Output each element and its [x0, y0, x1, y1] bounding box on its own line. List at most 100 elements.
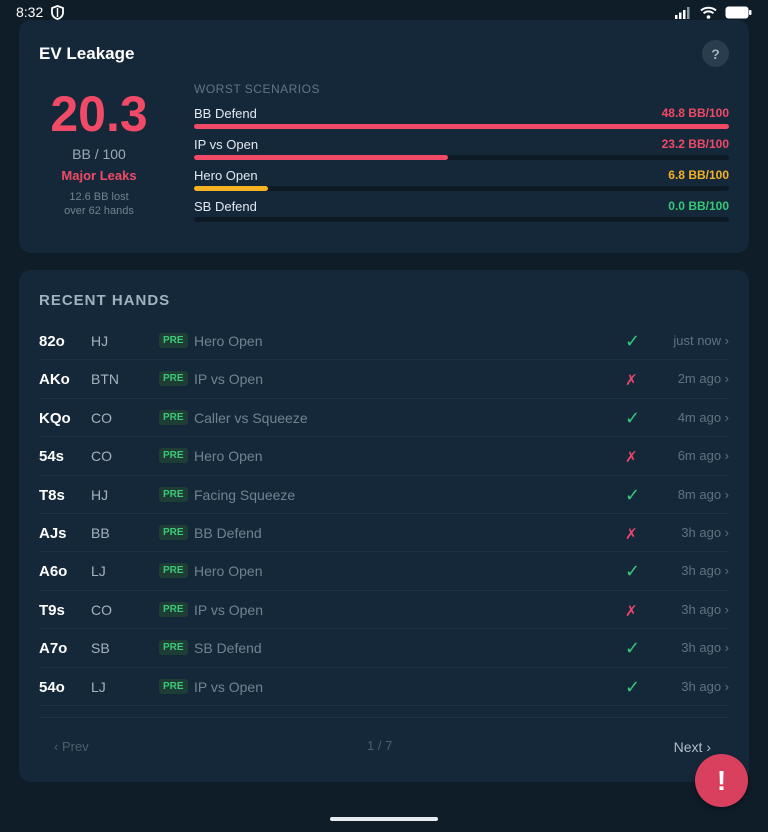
- hand-cards: 54s: [39, 448, 65, 466]
- wifi-icon: [700, 6, 717, 19]
- recent-hands-card: RECENT HANDS 82o HJ PRE Hero Open ✓ just now …: [19, 270, 749, 782]
- hand-scenario: Hero Open: [194, 333, 263, 349]
- cross-icon: ✗: [625, 449, 638, 467]
- alert-fab-button[interactable]: !: [695, 754, 748, 807]
- hand-cards: T9s: [39, 601, 65, 619]
- hand-row[interactable]: KQo CO PRE Caller vs Squeeze ✓ 4m ago ›: [39, 399, 729, 438]
- scenario-bar-track: [194, 186, 729, 191]
- hand-row[interactable]: 54o LJ PRE IP vs Open ✓ 3h ago ›: [39, 668, 729, 706]
- hand-row[interactable]: A6o LJ PRE Hero Open ✓ 3h ago ›: [39, 552, 729, 591]
- hand-cards: 82o: [39, 333, 65, 350]
- hand-position: LJ: [91, 563, 106, 580]
- hand-row[interactable]: AJs BB PRE BB Defend ✗ 3h ago ›: [39, 514, 729, 553]
- hand-position: HJ: [91, 333, 109, 349]
- scenario-name: BB Defend: [194, 106, 257, 121]
- hand-row[interactable]: T8s HJ PRE Facing Squeeze ✓ 8m ago ›: [39, 476, 729, 514]
- scenario-bar-track: [194, 217, 729, 222]
- leak-score: 20.3 BB / 100 Major Leaks 12.6 BB lost o…: [39, 86, 159, 218]
- scenario-bar-fill: [194, 124, 729, 129]
- scenario-value: 23.2 BB/100: [661, 137, 729, 151]
- hand-row[interactable]: T9s CO PRE IP vs Open ✗ 3h ago ›: [39, 591, 729, 630]
- cross-icon: ✗: [625, 602, 638, 620]
- hand-cards: KQo: [39, 409, 71, 427]
- pagination: ‹ Prev 1 / 7 Next ›: [39, 717, 729, 767]
- hand-row[interactable]: 54s CO PRE Hero Open ✗ 6m ago ›: [39, 437, 729, 476]
- street-badge: PRE: [159, 640, 188, 656]
- hand-time: 4m ago ›: [677, 409, 729, 425]
- hand-scenario: Hero Open: [194, 448, 263, 465]
- check-icon: ✓: [625, 638, 641, 659]
- street-badge: PRE: [159, 601, 188, 617]
- recent-hands-title: RECENT HANDS: [39, 292, 171, 309]
- battery-icon: [725, 6, 752, 18]
- hand-time: 8m ago ›: [677, 486, 729, 502]
- scenario-value: 6.8 BB/100: [668, 168, 729, 182]
- scenario-bar-track: [194, 155, 729, 160]
- street-badge: PRE: [159, 448, 188, 464]
- hand-cards: T8s: [39, 486, 65, 504]
- next-page-button[interactable]: Next ›: [674, 739, 711, 755]
- hand-time: 6m ago ›: [677, 448, 729, 464]
- scenario-bar-fill: [194, 155, 449, 160]
- hand-cards: A7o: [39, 640, 68, 658]
- street-badge: PRE: [159, 333, 188, 348]
- cross-icon: ✗: [625, 525, 638, 543]
- ev-leakage-title: EV Leakage: [39, 44, 135, 63]
- street-badge: PRE: [159, 486, 188, 502]
- scenario-value: 48.8 BB/100: [661, 106, 729, 120]
- hand-position: CO: [91, 448, 112, 465]
- check-icon: ✓: [625, 484, 641, 505]
- cross-icon: ✗: [625, 372, 638, 390]
- scenario-row: Hero Open 6.8 BB/100: [194, 168, 729, 199]
- hand-position: CO: [91, 409, 112, 426]
- hand-scenario: Hero Open: [194, 563, 263, 580]
- hand-cards: AJs: [39, 524, 67, 542]
- leak-note: 12.6 BB lost over 62 hands: [39, 190, 159, 218]
- worst-scenarios: WORST SCENARIOS BB Defend 48.8 BB/100 IP v…: [194, 82, 729, 230]
- hand-cards: AKo: [39, 371, 70, 389]
- hand-position: SB: [91, 640, 110, 657]
- hand-scenario: IP vs Open: [194, 601, 264, 618]
- hand-scenario: BB Defend: [194, 524, 262, 541]
- hand-position: BTN: [91, 371, 119, 388]
- scenario-value: 0.0 BB/100: [668, 199, 729, 213]
- status-time: 8:32: [16, 4, 44, 20]
- hand-row[interactable]: AKo BTN PRE IP vs Open ✗ 2m ago ›: [39, 360, 729, 399]
- hand-scenario: IP vs Open: [194, 678, 264, 695]
- hand-cards: A6o: [39, 563, 68, 581]
- street-badge: PRE: [159, 563, 188, 579]
- hand-position: HJ: [91, 486, 109, 503]
- leak-note-line1: 12.6 BB lost: [69, 191, 129, 203]
- check-icon: ✓: [625, 407, 641, 428]
- hand-cards: 54o: [39, 678, 65, 696]
- home-indicator[interactable]: [330, 817, 438, 821]
- hand-time: 3h ago ›: [681, 601, 729, 617]
- street-badge: PRE: [159, 678, 188, 694]
- check-icon: ✓: [625, 331, 641, 351]
- shield-icon: [51, 4, 65, 20]
- page-indicator: 1 / 7: [367, 738, 393, 753]
- hand-time: 3h ago ›: [681, 678, 729, 694]
- hand-scenario: Facing Squeeze: [194, 486, 296, 503]
- hand-time: just now ›: [673, 333, 729, 348]
- leak-score-value: 20.3: [50, 86, 148, 142]
- hand-row[interactable]: 82o HJ PRE Hero Open ✓ just now ›: [39, 322, 729, 361]
- scenario-bar-track: [194, 124, 729, 129]
- street-badge: PRE: [159, 524, 188, 540]
- scenario-name: Hero Open: [194, 168, 258, 183]
- hand-time: 3h ago ›: [681, 524, 729, 540]
- help-button[interactable]: ?: [702, 40, 729, 67]
- ev-leakage-card: EV Leakage ? 20.3 BB / 100 Major Leaks 1…: [19, 20, 749, 253]
- scenario-bar-fill: [194, 186, 269, 191]
- hand-position: CO: [91, 601, 112, 618]
- hand-scenario: Caller vs Squeeze: [194, 409, 308, 426]
- hand-scenario: IP vs Open: [194, 371, 264, 388]
- check-icon: ✓: [625, 676, 641, 697]
- scenario-name: IP vs Open: [194, 137, 259, 152]
- prev-page-button[interactable]: ‹ Prev: [54, 739, 89, 754]
- leak-status: Major Leaks: [61, 168, 137, 183]
- scenario-name: SB Defend: [194, 199, 257, 214]
- hand-row[interactable]: A7o SB PRE SB Defend ✓ 3h ago ›: [39, 629, 729, 668]
- hand-time: 2m ago ›: [677, 371, 729, 387]
- worst-scenarios-header: WORST SCENARIOS: [194, 82, 320, 96]
